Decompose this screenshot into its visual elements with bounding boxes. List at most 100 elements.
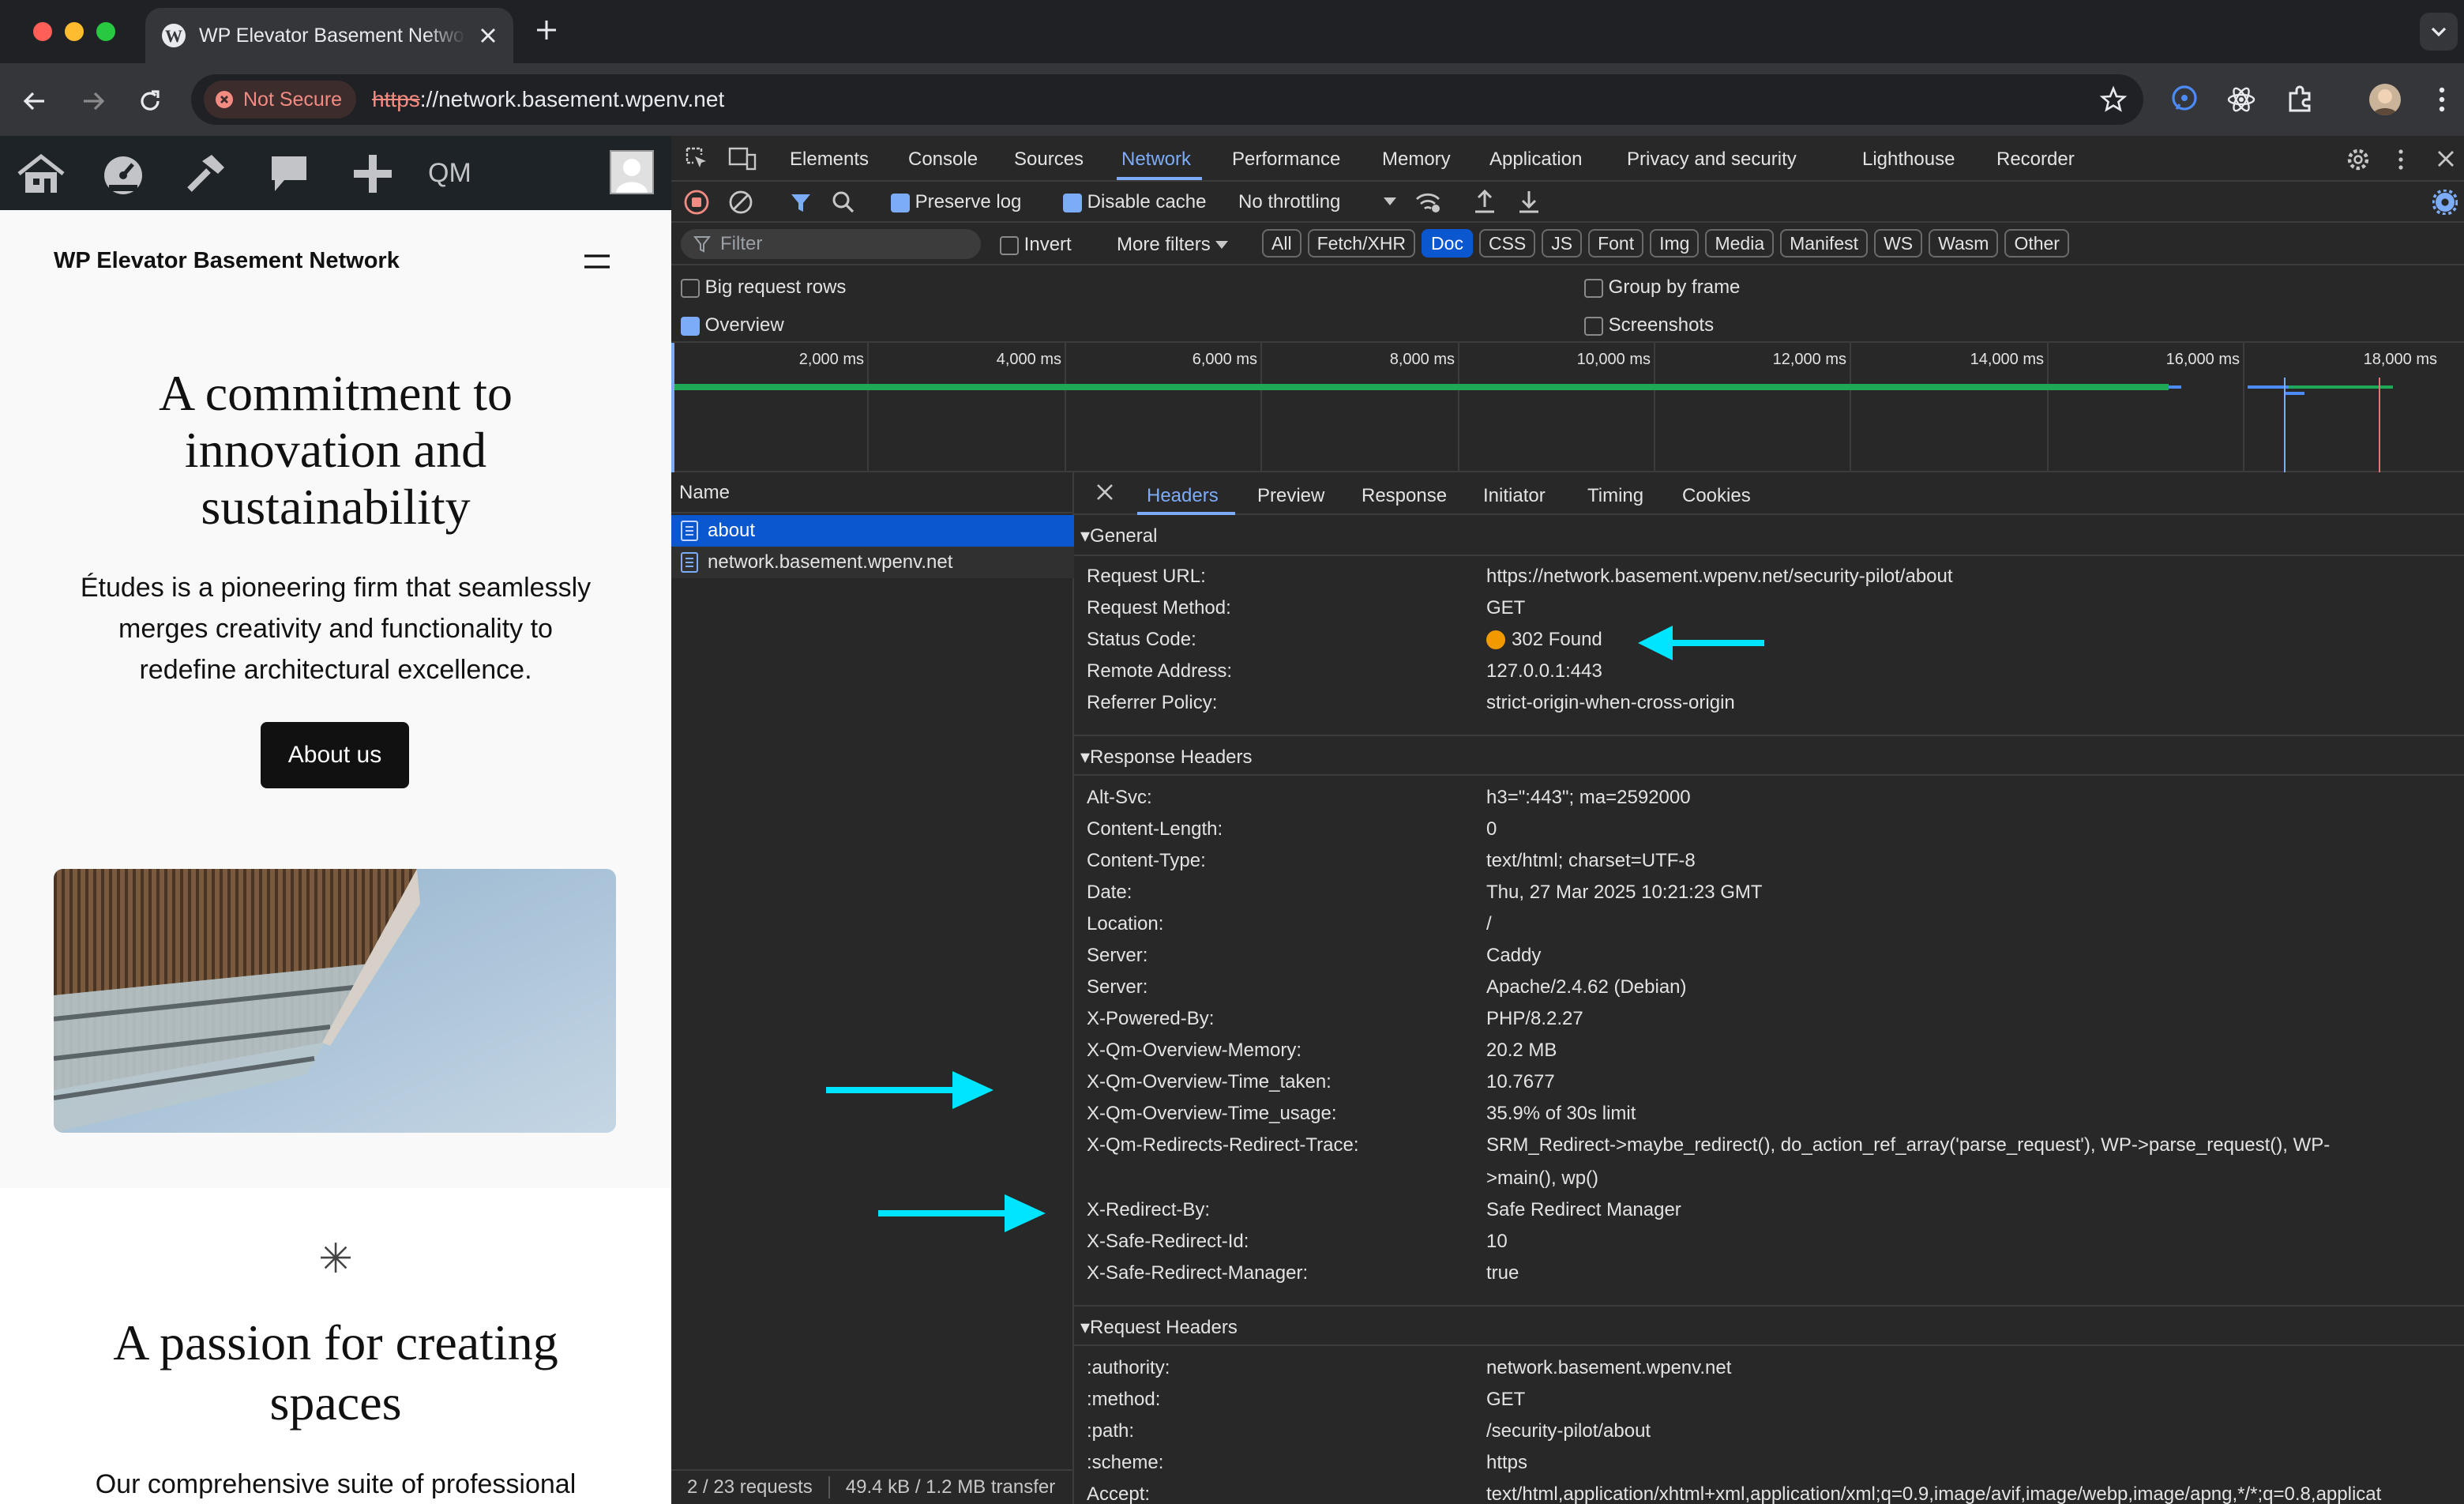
extensions-puzzle-icon[interactable] [2284, 84, 2316, 115]
request-headers-section-header[interactable]: ▾Request Headers [1074, 1305, 2464, 1346]
type-filter-all[interactable]: All [1262, 229, 1301, 258]
preserve-log-checkbox[interactable]: Preserve log [891, 191, 1021, 213]
timeline-tick-label: 6,000 ms [1192, 351, 1257, 368]
back-icon[interactable] [21, 87, 49, 115]
type-filter-media[interactable]: Media [1705, 229, 1775, 258]
type-filter-manifest[interactable]: Manifest [1780, 229, 1869, 258]
reload-icon[interactable] [136, 87, 164, 115]
throttling-select[interactable]: No throttling [1238, 191, 1340, 213]
inspect-element-icon[interactable] [684, 145, 709, 171]
type-filter-fetch-xhr[interactable]: Fetch/XHR [1307, 229, 1416, 258]
extension-chat-icon[interactable] [2169, 84, 2200, 115]
import-har-icon[interactable] [1472, 188, 1497, 215]
status-divider [828, 1476, 830, 1498]
type-filter-ws[interactable]: WS [1874, 229, 1923, 258]
browser-menu-icon[interactable] [2429, 84, 2455, 115]
browser-tab[interactable]: W WP Elevator Basement Netwo [145, 8, 513, 63]
close-details-icon[interactable] [1096, 483, 1114, 501]
tab-initiator[interactable]: Initiator [1483, 485, 1546, 507]
name-column-header[interactable]: Name [671, 472, 1074, 513]
device-toolbar-icon[interactable] [728, 145, 757, 171]
url-text[interactable]: https://network.basement.wpenv.net [372, 87, 724, 112]
minimize-window-button[interactable] [65, 22, 84, 41]
customize-hammer-icon[interactable] [183, 152, 227, 196]
tab-privacy-security[interactable]: Privacy and security [1627, 149, 1797, 171]
type-filter-other[interactable]: Other [2004, 229, 2069, 258]
tab-elements[interactable]: Elements [790, 149, 869, 171]
filter-row: Filter Invert More filters All Fetch/XHR D… [671, 223, 2464, 265]
record-stop-icon[interactable] [684, 190, 709, 215]
tab-response[interactable]: Response [1362, 485, 1447, 507]
type-filter-css[interactable]: CSS [1478, 229, 1536, 258]
request-row-selected[interactable]: about [671, 515, 1074, 547]
maximize-window-button[interactable] [96, 22, 115, 41]
devtools-menu-icon[interactable] [2395, 147, 2407, 172]
general-section-header[interactable]: ▾General [1074, 515, 2464, 556]
tab-cookies[interactable]: Cookies [1682, 485, 1751, 507]
type-filter-js[interactable]: JS [1542, 229, 1583, 258]
network-conditions-icon[interactable] [1414, 190, 1442, 215]
chevron-down-icon[interactable] [1382, 197, 1398, 207]
network-settings-gear-icon[interactable] [2432, 190, 2458, 215]
hero-text-line: Études is a pioneering firm that seamles… [80, 573, 592, 603]
tab-network[interactable]: Network [1121, 149, 1191, 171]
tab-sources[interactable]: Sources [1014, 149, 1084, 171]
filter-input[interactable]: Filter [681, 229, 981, 259]
type-filter-img[interactable]: Img [1650, 229, 1700, 258]
disable-cache-checkbox[interactable]: Disable cache [1063, 191, 1206, 213]
close-tab-icon[interactable] [479, 26, 498, 45]
bookmark-star-icon[interactable] [2099, 85, 2128, 114]
close-window-button[interactable] [33, 22, 52, 41]
tab-recorder[interactable]: Recorder [1996, 149, 2075, 171]
overview-checkbox[interactable]: Overview [681, 314, 784, 337]
overview-request-bar [2248, 385, 2289, 389]
tab-lighthouse[interactable]: Lighthouse [1862, 149, 1955, 171]
big-request-rows-checkbox[interactable]: Big request rows [681, 276, 846, 299]
tab-performance[interactable]: Performance [1232, 149, 1340, 171]
tab-headers[interactable]: Headers [1147, 485, 1219, 507]
type-filter-doc[interactable]: Doc [1422, 229, 1473, 258]
tab-search-button[interactable] [2420, 13, 2458, 51]
comments-icon[interactable] [269, 152, 310, 196]
query-monitor-label[interactable]: QM [428, 158, 471, 189]
clear-icon[interactable] [728, 190, 753, 215]
close-devtools-icon[interactable] [2436, 149, 2456, 169]
hamburger-menu-icon[interactable] [583, 250, 611, 272]
tab-application[interactable]: Application [1489, 149, 1582, 171]
react-devtools-icon[interactable] [2225, 84, 2257, 115]
filter-funnel-icon[interactable] [788, 190, 813, 215]
header-name: X-Safe-Redirect-Id: [1087, 1231, 1249, 1252]
site-title[interactable]: WP Elevator Basement Network [54, 248, 400, 274]
tab-preview[interactable]: Preview [1257, 485, 1324, 507]
screenshots-checkbox[interactable]: Screenshots [1584, 314, 1714, 337]
header-name: :path: [1087, 1420, 1135, 1442]
profile-avatar[interactable] [2369, 84, 2401, 115]
tab-timing[interactable]: Timing [1587, 485, 1643, 507]
new-tab-icon[interactable] [534, 17, 559, 43]
tab-console[interactable]: Console [908, 149, 978, 171]
overview-timeline[interactable]: 2,000 ms 4,000 ms 6,000 ms 8,000 ms 10,0… [671, 343, 2464, 472]
header-value: h3=":443"; ma=2592000 [1486, 787, 1691, 808]
group-by-frame-checkbox[interactable]: Group by frame [1584, 276, 1740, 299]
more-filters-dropdown[interactable]: More filters [1117, 234, 1229, 256]
response-headers-section-header[interactable]: ▾Response Headers [1074, 735, 2464, 776]
search-icon[interactable] [831, 190, 856, 215]
new-content-plus-icon[interactable] [351, 152, 395, 196]
request-row[interactable]: network.basement.wpenv.net [671, 547, 1074, 578]
forward-icon[interactable] [79, 87, 107, 115]
about-us-button[interactable]: About us [261, 722, 409, 788]
wp-user-avatar[interactable] [610, 150, 654, 194]
not-secure-chip[interactable]: Not Secure [204, 81, 357, 118]
dashboard-icon[interactable] [101, 152, 145, 196]
settings-gear-icon[interactable] [2346, 147, 2371, 172]
type-filter-font[interactable]: Font [1588, 229, 1644, 258]
chevron-down-icon [2431, 27, 2447, 37]
address-bar[interactable]: Not Secure https://network.basement.wpen… [191, 74, 2143, 125]
type-filter-wasm[interactable]: Wasm [1929, 229, 1999, 258]
timeline-range-handle-left[interactable] [671, 343, 678, 472]
my-sites-icon[interactable] [16, 152, 66, 196]
export-har-icon[interactable] [1516, 188, 1542, 215]
header-name: X-Powered-By: [1087, 1008, 1215, 1029]
invert-checkbox[interactable]: Invert [1000, 234, 1072, 256]
tab-memory[interactable]: Memory [1382, 149, 1451, 171]
